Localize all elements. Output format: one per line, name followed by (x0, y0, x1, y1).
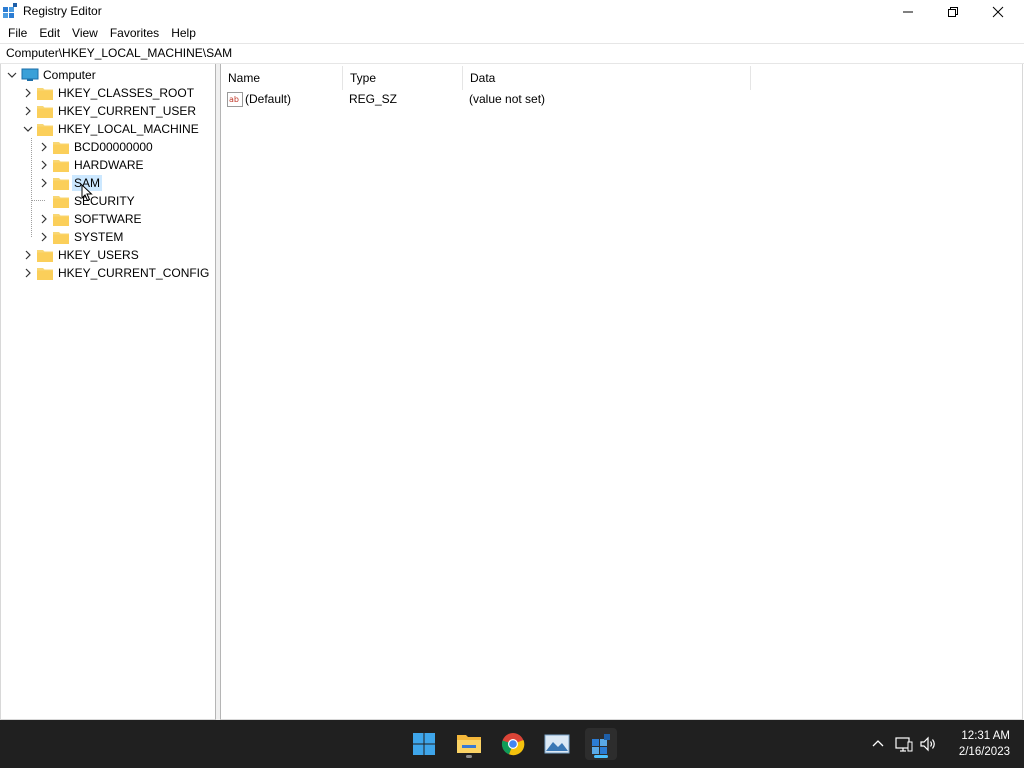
clock-time: 12:31 AM (961, 730, 1010, 742)
table-row[interactable]: ab (Default) REG_SZ (value not set) (221, 90, 1022, 109)
registry-editor-icon (592, 734, 610, 754)
tree-node-hkey-users[interactable]: HKEY_USERS (23, 246, 141, 264)
running-indicator (466, 755, 472, 758)
window-title: Registry Editor (23, 4, 102, 18)
close-button[interactable] (975, 0, 1021, 23)
chevron-right-icon[interactable] (23, 88, 33, 98)
restore-icon (948, 6, 958, 17)
tree-label: HKEY_CURRENT_USER (58, 104, 197, 118)
tree-node-system[interactable]: SYSTEM (39, 228, 125, 246)
chevron-right-icon[interactable] (39, 178, 49, 188)
chevron-down-icon[interactable] (23, 124, 33, 134)
tree-label: HARDWARE (74, 158, 144, 172)
start-icon (413, 733, 435, 755)
clock-date: 2/16/2023 (958, 746, 1010, 758)
chevron-right-icon[interactable] (23, 268, 33, 278)
tree-label: HKEY_USERS (58, 248, 139, 262)
tree-node-hardware[interactable]: HARDWARE (39, 156, 146, 174)
active-indicator (594, 755, 608, 758)
tree-label: HKEY_CLASSES_ROOT (58, 86, 195, 100)
menu-help[interactable]: Help (165, 23, 202, 43)
tree-node-bcd00000000[interactable]: BCD00000000 (39, 138, 155, 156)
tree-node-hkey-current-config[interactable]: HKEY_CURRENT_CONFIG (23, 264, 211, 282)
folder-icon (53, 231, 69, 244)
clock[interactable]: 12:31 AM 2/16/2023 (959, 728, 1010, 760)
column-header-type[interactable]: Type (343, 66, 463, 90)
key-tree[interactable]: Computer HKEY_CLASSES_ROOT HKEY_CURRENT_… (0, 64, 216, 720)
value-type: REG_SZ (349, 92, 398, 106)
tree-node-hkey-classes-root[interactable]: HKEY_CLASSES_ROOT (23, 84, 196, 102)
tree-label: Computer (43, 68, 96, 82)
values-list[interactable]: Name Type Data ab (Default) REG_SZ (valu… (220, 64, 1023, 720)
chevron-down-icon[interactable] (7, 70, 17, 80)
tree-node-hkey-local-machine[interactable]: HKEY_LOCAL_MACHINE (23, 120, 201, 138)
close-icon (992, 6, 1004, 17)
chevron-right-icon[interactable] (39, 214, 49, 224)
tree-label: BCD00000000 (74, 140, 153, 154)
tree-node-computer[interactable]: Computer (7, 66, 98, 84)
title-bar: Registry Editor (0, 0, 1024, 23)
value-data: (value not set) (469, 92, 546, 106)
menu-favorites[interactable]: Favorites (104, 23, 165, 43)
chevron-right-icon[interactable] (39, 142, 49, 152)
system-tray (868, 720, 938, 768)
folder-open-icon (37, 123, 53, 136)
taskbar-chrome[interactable] (497, 728, 529, 760)
chevron-up-icon[interactable] (868, 734, 888, 754)
folder-icon (37, 267, 53, 280)
chrome-icon (501, 733, 525, 756)
tree-node-security[interactable]: SECURITY (53, 192, 137, 210)
tree-label: SYSTEM (74, 230, 124, 244)
chevron-right-icon[interactable] (39, 232, 49, 242)
menu-view[interactable]: View (66, 23, 104, 43)
tree-guide-line (31, 138, 32, 237)
folder-icon (53, 213, 69, 226)
volume-icon[interactable] (918, 734, 938, 754)
registry-editor-icon (3, 3, 17, 18)
value-name: (Default) (245, 92, 292, 106)
start-button[interactable] (408, 728, 440, 760)
restore-button[interactable] (930, 0, 976, 23)
taskbar-photos[interactable] (541, 728, 573, 760)
taskbar-file-explorer[interactable] (453, 728, 485, 760)
photos-icon (544, 734, 570, 754)
column-header-data[interactable]: Data (463, 66, 751, 90)
taskbar-registry-editor[interactable] (585, 728, 617, 760)
menu-file[interactable]: File (2, 23, 33, 43)
tree-node-software[interactable]: SOFTWARE (39, 210, 144, 228)
address-bar[interactable]: Computer\HKEY_LOCAL_MACHINE\SAM (0, 43, 1024, 64)
tree-label: HKEY_LOCAL_MACHINE (58, 122, 199, 136)
computer-icon (21, 68, 39, 81)
network-icon[interactable] (894, 734, 914, 754)
column-header-name[interactable]: Name (221, 66, 343, 90)
folder-icon (53, 141, 69, 154)
minimize-button[interactable] (885, 0, 931, 23)
taskbar: 12:31 AM 2/16/2023 (0, 720, 1024, 768)
svg-text:ab: ab (229, 95, 239, 104)
chevron-right-icon[interactable] (23, 106, 33, 116)
file-explorer-icon (457, 735, 481, 753)
tree-label: HKEY_CURRENT_CONFIG (58, 266, 210, 280)
tree-node-hkey-current-user[interactable]: HKEY_CURRENT_USER (23, 102, 198, 120)
tree-guide-line (31, 200, 45, 201)
tree-label: SOFTWARE (74, 212, 142, 226)
menu-edit[interactable]: Edit (33, 23, 66, 43)
folder-icon (53, 195, 69, 208)
folder-icon (37, 105, 53, 118)
string-value-icon: ab (227, 92, 243, 107)
folder-icon (37, 87, 53, 100)
chevron-right-icon[interactable] (39, 160, 49, 170)
folder-icon (37, 249, 53, 262)
folder-icon (53, 177, 69, 190)
mouse-cursor-icon (81, 184, 93, 202)
folder-icon (53, 159, 69, 172)
chevron-right-icon[interactable] (23, 250, 33, 260)
menu-bar: File Edit View Favorites Help (0, 23, 1024, 43)
minimize-icon (903, 11, 913, 12)
